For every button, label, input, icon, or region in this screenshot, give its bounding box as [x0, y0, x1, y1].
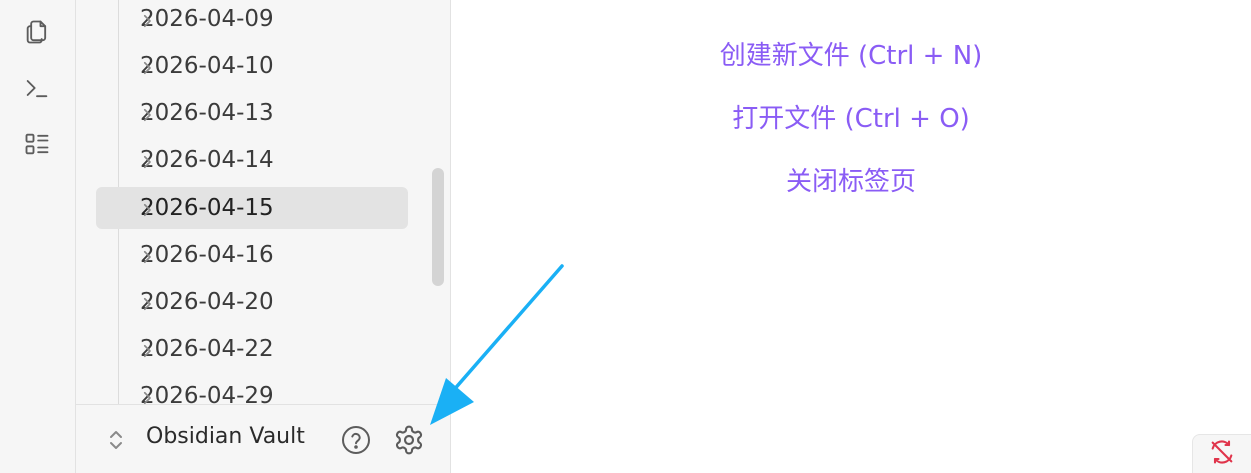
folder-label: 2026-04-16	[140, 242, 274, 268]
vault-name[interactable]: Obsidian Vault	[146, 424, 305, 449]
folder-item[interactable]: 2026-04-20	[96, 281, 408, 323]
chevron-right-icon	[138, 293, 156, 311]
sidebar-scrollbar[interactable]	[432, 168, 444, 286]
chevron-right-icon	[138, 151, 156, 169]
chevron-right-icon	[138, 104, 156, 122]
folder-label: 2026-04-09	[140, 6, 274, 32]
create-new-file-link[interactable]: 创建新文件 (Ctrl + N)	[451, 35, 1251, 72]
folder-label: 2026-04-10	[140, 53, 274, 79]
chevron-right-icon	[138, 387, 156, 404]
folder-item[interactable]: 2026-04-10	[96, 45, 408, 87]
main-empty-state: 创建新文件 (Ctrl + N) 打开文件 (Ctrl + O) 关闭标签页	[451, 0, 1251, 473]
left-ribbon	[0, 0, 76, 473]
folder-label: 2026-04-29	[140, 383, 274, 404]
folder-label: 2026-04-15	[140, 195, 274, 221]
folder-item[interactable]: 2026-04-14	[96, 139, 408, 181]
sync-error-icon	[1208, 438, 1236, 470]
gear-icon[interactable]	[393, 424, 425, 456]
folder-item[interactable]: 2026-04-16	[96, 234, 408, 276]
folder-label: 2026-04-22	[140, 336, 274, 362]
file-tree: 2026-04-09 2026-04-10 2026-04-13 2026-04…	[76, 0, 450, 404]
terminal-icon	[23, 74, 51, 106]
ribbon-list-button[interactable]	[17, 126, 57, 166]
folder-label: 2026-04-14	[140, 147, 274, 173]
sync-status-button[interactable]	[1192, 434, 1251, 473]
folder-item-active[interactable]: 2026-04-15	[96, 187, 408, 229]
sidebar-footer: Obsidian Vault	[76, 404, 450, 473]
folder-item[interactable]: 2026-04-22	[96, 328, 408, 370]
chevron-right-icon	[138, 246, 156, 264]
file-explorer-sidebar: 2026-04-09 2026-04-10 2026-04-13 2026-04…	[76, 0, 451, 473]
files-icon	[23, 18, 51, 50]
vault-switcher-chevrons-icon[interactable]	[104, 427, 128, 453]
chevron-right-icon	[138, 199, 156, 217]
help-icon[interactable]	[340, 424, 372, 456]
obsidian-window: 2026-04-09 2026-04-10 2026-04-13 2026-04…	[0, 0, 1251, 473]
folder-label: 2026-04-13	[140, 100, 274, 126]
folder-item[interactable]: 2026-04-09	[96, 0, 408, 40]
list-icon	[23, 130, 51, 162]
folder-item[interactable]: 2026-04-29	[96, 375, 408, 404]
chevron-right-icon	[138, 57, 156, 75]
ribbon-terminal-button[interactable]	[17, 70, 57, 110]
folder-label: 2026-04-20	[140, 289, 274, 315]
folder-item[interactable]: 2026-04-13	[96, 92, 408, 134]
close-tab-link[interactable]: 关闭标签页	[451, 161, 1251, 198]
chevron-right-icon	[138, 10, 156, 28]
open-file-link[interactable]: 打开文件 (Ctrl + O)	[451, 98, 1251, 135]
ribbon-files-button[interactable]	[17, 14, 57, 54]
chevron-right-icon	[138, 340, 156, 358]
